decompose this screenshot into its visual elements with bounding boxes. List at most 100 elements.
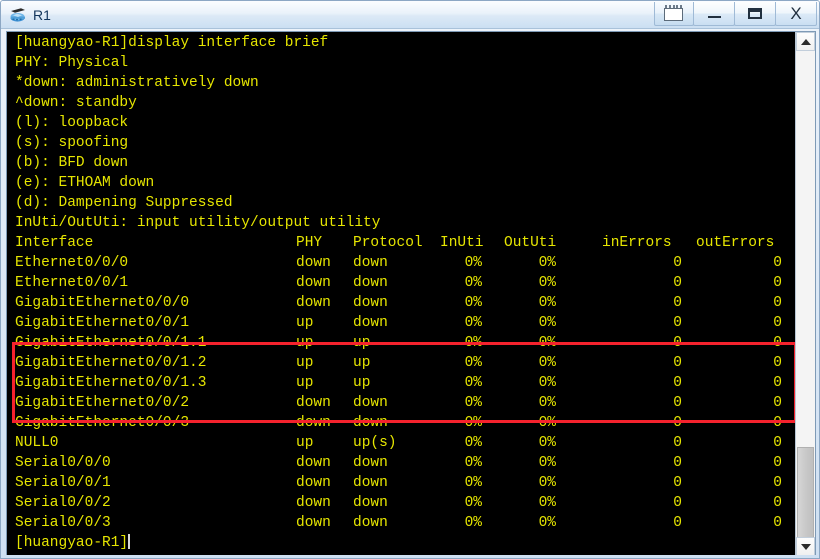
- cell-inuti: 0%: [464, 295, 482, 311]
- legend-block: PHY: Physical *down: administratively dow…: [15, 53, 795, 233]
- cell-inerrors: 0: [673, 315, 682, 331]
- cell-oututi: 0%: [538, 415, 556, 431]
- header-inerrors: inErrors: [602, 235, 672, 251]
- cell-inerrors: 0: [673, 355, 682, 371]
- cell-phy: down: [296, 395, 331, 411]
- cell-protocol: down: [353, 295, 388, 311]
- cell-oututi: 0%: [538, 475, 556, 491]
- cell-protocol: down: [353, 475, 388, 491]
- table-row: NULL0 up up(s) 0% 0% 0 0: [15, 433, 795, 453]
- close-button[interactable]: X: [775, 2, 817, 26]
- command-line: [huangyao-R1]display interface brief: [15, 33, 795, 53]
- legend-line: (s): spoofing: [15, 133, 795, 153]
- cell-phy: up: [296, 435, 314, 451]
- cell-interface: Ethernet0/0/0: [15, 255, 129, 271]
- notebook-icon: [663, 5, 685, 22]
- cell-outerrors: 0: [773, 355, 782, 371]
- legend-line: *down: administratively down: [15, 73, 795, 93]
- cell-outerrors: 0: [773, 295, 782, 311]
- table-row: GigabitEthernet0/0/1.1 up up 0% 0% 0 0: [15, 333, 795, 353]
- cell-protocol: down: [353, 495, 388, 511]
- cell-oututi: 0%: [538, 315, 556, 331]
- cell-inuti: 0%: [464, 435, 482, 451]
- cell-inerrors: 0: [673, 375, 682, 391]
- cell-protocol: down: [353, 415, 388, 431]
- scrollbar-track[interactable]: [796, 51, 815, 546]
- terminal-text: [huangyao-R1]display interface brief PHY…: [15, 33, 795, 553]
- cell-outerrors: 0: [773, 275, 782, 291]
- legend-line: InUti/OutUti: input utility/output utili…: [15, 213, 795, 233]
- cell-phy: down: [296, 275, 331, 291]
- cell-phy: down: [296, 415, 331, 431]
- cell-phy: down: [296, 295, 331, 311]
- cell-protocol: down: [353, 255, 388, 271]
- header-phy: PHY: [296, 235, 323, 251]
- cell-protocol: down: [353, 455, 388, 471]
- close-icon: X: [790, 4, 802, 23]
- cell-inerrors: 0: [673, 335, 682, 351]
- cell-protocol: up: [353, 335, 371, 351]
- cell-outerrors: 0: [773, 375, 782, 391]
- cell-inerrors: 0: [673, 475, 682, 491]
- window-title: R1: [33, 7, 51, 23]
- legend-text: PHY: Physical: [15, 55, 129, 71]
- cell-outerrors: 0: [773, 495, 782, 511]
- cell-inuti: 0%: [464, 375, 482, 391]
- title-bar-left: R1: [8, 4, 51, 26]
- cell-interface: NULL0: [15, 435, 59, 451]
- scroll-up-button[interactable]: [796, 32, 815, 51]
- cell-phy: up: [296, 315, 314, 331]
- cell-inuti: 0%: [464, 455, 482, 471]
- cell-oututi: 0%: [538, 295, 556, 311]
- minimize-button[interactable]: [693, 2, 735, 26]
- scrollbar-thumb[interactable]: [797, 447, 814, 546]
- cell-oututi: 0%: [538, 375, 556, 391]
- cell-inuti: 0%: [464, 395, 482, 411]
- scroll-down-button[interactable]: [796, 537, 815, 556]
- cell-oututi: 0%: [538, 275, 556, 291]
- cell-inuti: 0%: [464, 355, 482, 371]
- vertical-scrollbar[interactable]: [795, 32, 815, 556]
- cell-oututi: 0%: [538, 255, 556, 271]
- legend-line: (d): Dampening Suppressed: [15, 193, 795, 213]
- cell-interface: Serial0/0/1: [15, 475, 111, 491]
- window-controls: X: [654, 2, 817, 28]
- legend-text: (s): spoofing: [15, 135, 129, 151]
- cell-inerrors: 0: [673, 275, 682, 291]
- legend-text: (l): loopback: [15, 115, 129, 131]
- cell-interface: Serial0/0/0: [15, 455, 111, 471]
- table-row: GigabitEthernet0/0/0 down down 0% 0% 0 0: [15, 293, 795, 313]
- table-row: GigabitEthernet0/0/1 up down 0% 0% 0 0: [15, 313, 795, 333]
- cell-phy: up: [296, 335, 314, 351]
- cell-phy: down: [296, 255, 331, 271]
- legend-text: *down: administratively down: [15, 75, 259, 91]
- cell-oututi: 0%: [538, 335, 556, 351]
- cell-inerrors: 0: [673, 515, 682, 531]
- cell-protocol: up: [353, 375, 371, 391]
- cell-protocol: down: [353, 395, 388, 411]
- cell-inuti: 0%: [464, 495, 482, 511]
- cell-inerrors: 0: [673, 255, 682, 271]
- maximize-icon: [748, 8, 762, 19]
- cell-outerrors: 0: [773, 455, 782, 471]
- cell-oututi: 0%: [538, 495, 556, 511]
- cell-outerrors: 0: [773, 335, 782, 351]
- cell-outerrors: 0: [773, 475, 782, 491]
- cell-interface: GigabitEthernet0/0/1.1: [15, 335, 207, 351]
- notebook-button[interactable]: [654, 2, 694, 26]
- cell-inuti: 0%: [464, 335, 482, 351]
- cell-protocol: down: [353, 275, 388, 291]
- cell-interface: GigabitEthernet0/0/3: [15, 415, 190, 431]
- maximize-button[interactable]: [734, 2, 776, 26]
- cell-inuti: 0%: [464, 415, 482, 431]
- terminal-screen[interactable]: [huangyao-R1]display interface brief PHY…: [7, 32, 795, 556]
- cell-interface: Serial0/0/3: [15, 515, 111, 531]
- legend-text: (b): BFD down: [15, 155, 129, 171]
- cell-inerrors: 0: [673, 495, 682, 511]
- trailing-prompt-line: [huangyao-R1]: [15, 533, 795, 553]
- table-row: Serial0/0/2 down down 0% 0% 0 0: [15, 493, 795, 513]
- legend-line: ^down: standby: [15, 93, 795, 113]
- window-bottom-edge: [1, 555, 819, 558]
- chevron-up-icon: [800, 38, 811, 45]
- cell-inerrors: 0: [673, 415, 682, 431]
